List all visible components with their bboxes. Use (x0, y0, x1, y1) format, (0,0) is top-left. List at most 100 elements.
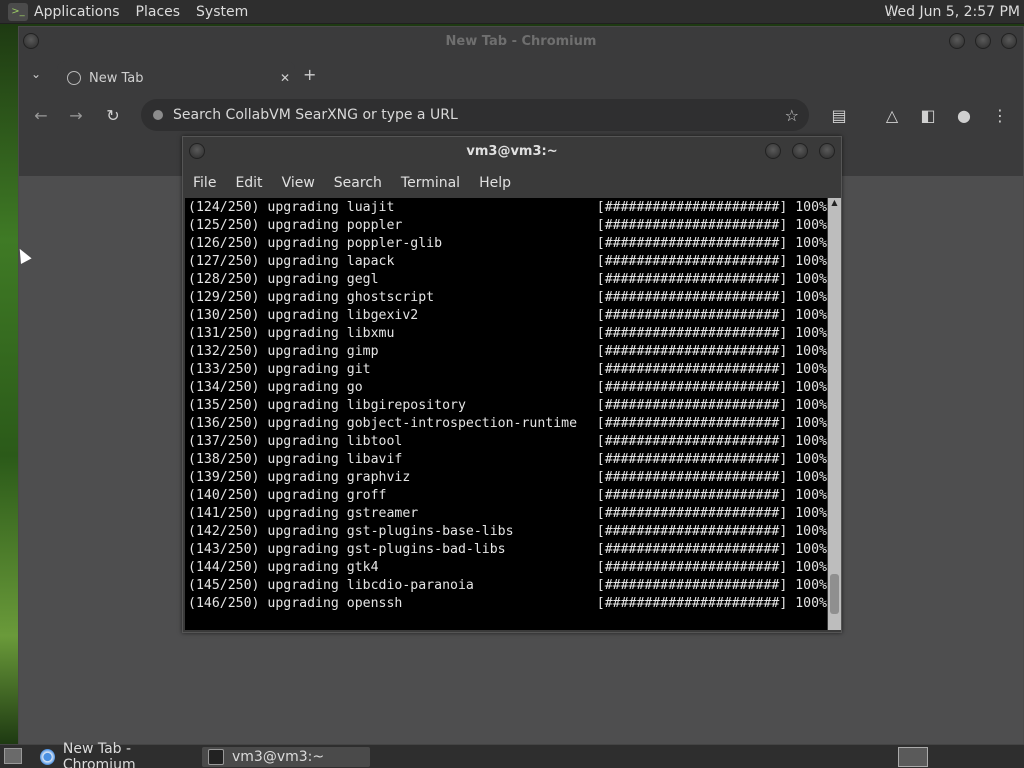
tab-close-icon[interactable]: ✕ (275, 71, 295, 85)
terminal-minimize-icon[interactable] (765, 143, 781, 159)
chromium-icon (40, 749, 55, 765)
labs-flask-icon[interactable]: △ (882, 106, 902, 125)
terminal-line-progress: [######################] 100% (596, 596, 827, 611)
terminal-line: (145/250) upgrading libcdio-paranoia [###… (188, 577, 827, 595)
terminal-line: (143/250) upgrading gst-plugins-bad-libs… (188, 541, 827, 559)
terminal-line: (144/250) upgrading gtk4 [###############… (188, 559, 827, 577)
menu-view[interactable]: View (282, 175, 315, 191)
window-title: New Tab - Chromium (445, 34, 597, 49)
terminal-line: (142/250) upgrading gst-plugins-base-lib… (188, 523, 827, 541)
terminal-line: (136/250) upgrading gobject-introspectio… (188, 415, 827, 433)
terminal-titlebar[interactable]: vm3@vm3:~ (183, 137, 841, 169)
terminal-line-text: (128/250) upgrading gegl (188, 272, 379, 287)
terminal-line: (146/250) upgrading openssh [############… (188, 595, 827, 613)
terminal-line-progress: [######################] 100% (596, 272, 827, 287)
terminal-window-menu-icon[interactable] (189, 143, 205, 159)
menu-search[interactable]: Search (334, 175, 382, 191)
terminal-line: (138/250) upgrading libavif [############… (188, 451, 827, 469)
terminal-maximize-icon[interactable] (792, 143, 808, 159)
terminal-line-text: (125/250) upgrading poppler (188, 218, 403, 233)
show-desktop-icon[interactable] (4, 748, 22, 764)
terminal-line-text: (146/250) upgrading openssh (188, 596, 403, 611)
system-menu[interactable]: System (196, 4, 248, 20)
menu-file[interactable]: File (193, 175, 216, 191)
top-panel: >_ Applications Places System Wed Jun 5,… (0, 0, 1024, 24)
terminal-line-text: (131/250) upgrading libxmu (188, 326, 395, 341)
terminal-line-text: (132/250) upgrading gimp (188, 344, 379, 359)
terminal-line-text: (141/250) upgrading gstreamer (188, 506, 419, 521)
tab-new-tab[interactable]: New Tab ✕ (57, 61, 295, 95)
terminal-line: (124/250) upgrading luajit [#############… (188, 199, 827, 217)
terminal-scrollbar[interactable]: ▲ (828, 198, 841, 630)
site-info-icon[interactable] (153, 110, 163, 120)
scrollbar-thumb[interactable] (830, 574, 839, 614)
address-bar[interactable]: Search CollabVM SearXNG or type a URL ☆ (141, 99, 809, 131)
terminal-line-progress: [######################] 100% (596, 290, 827, 305)
terminal-line-text: (138/250) upgrading libavif (188, 452, 403, 467)
terminal-output[interactable]: (124/250) upgrading luajit [#############… (185, 198, 827, 630)
menu-edit[interactable]: Edit (235, 175, 262, 191)
toolbar: ← → ↻ Search CollabVM SearXNG or type a … (19, 95, 1023, 137)
more-menu-icon[interactable]: ⋮ (990, 106, 1010, 125)
globe-icon (67, 71, 81, 85)
places-menu[interactable]: Places (136, 4, 181, 20)
terminal-close-icon[interactable] (819, 143, 835, 159)
terminal-line-progress: [######################] 100% (596, 416, 827, 431)
terminal-line-progress: [######################] 100% (596, 254, 827, 269)
side-panel-icon[interactable]: ◧ (918, 106, 938, 125)
terminal-line-progress: [######################] 100% (596, 398, 827, 413)
terminal-line-progress: [######################] 100% (596, 344, 827, 359)
tab-search-icon[interactable]: ⌄ (31, 67, 41, 81)
reload-icon[interactable]: ↻ (103, 106, 123, 125)
minimize-icon[interactable] (949, 33, 965, 49)
extensions-icon[interactable]: ▤ (829, 106, 849, 125)
terminal-icon (208, 749, 224, 765)
terminal-line: (130/250) upgrading libgexiv2 [##########… (188, 307, 827, 325)
menu-help[interactable]: Help (479, 175, 511, 191)
terminal-line: (133/250) upgrading git [################… (188, 361, 827, 379)
forward-icon[interactable]: → (66, 106, 86, 125)
back-icon[interactable]: ← (31, 106, 51, 125)
terminal-line-text: (137/250) upgrading libtool (188, 434, 403, 449)
bookmark-star-icon[interactable]: ☆ (785, 106, 799, 125)
terminal-line: (139/250) upgrading graphviz [###########… (188, 469, 827, 487)
terminal-line-text: (126/250) upgrading poppler-glib (188, 236, 443, 251)
scroll-up-icon[interactable]: ▲ (828, 198, 841, 210)
terminal-line-text: (143/250) upgrading gst-plugins-bad-libs (188, 542, 506, 557)
terminal-line: (140/250) upgrading groff [##############… (188, 487, 827, 505)
maximize-icon[interactable] (975, 33, 991, 49)
close-icon[interactable] (1001, 33, 1017, 49)
workspace-switcher[interactable] (898, 747, 928, 767)
terminal-line-text: (129/250) upgrading ghostscript (188, 290, 435, 305)
terminal-line-progress: [######################] 100% (596, 524, 827, 539)
terminal-window: vm3@vm3:~ File Edit View Search Terminal… (182, 136, 842, 633)
terminal-line: (125/250) upgrading poppler [############… (188, 217, 827, 235)
terminal-line: (132/250) upgrading gimp [###############… (188, 343, 827, 361)
terminal-line-text: (135/250) upgrading libgirepository (188, 398, 466, 413)
clock[interactable]: Wed Jun 5, 2:57 PM (884, 4, 1020, 20)
terminal-launcher-icon[interactable]: >_ (8, 2, 28, 21)
taskbar-chromium[interactable]: New Tab - Chromium (34, 741, 198, 768)
terminal-line-progress: [######################] 100% (596, 236, 827, 251)
chromium-titlebar[interactable]: New Tab - Chromium (19, 27, 1023, 57)
applications-menu[interactable]: Applications (34, 4, 120, 20)
terminal-menubar: File Edit View Search Terminal Help (183, 169, 841, 197)
terminal-line-progress: [######################] 100% (596, 308, 827, 323)
terminal-line-text: (124/250) upgrading luajit (188, 200, 395, 215)
terminal-line-text: (127/250) upgrading lapack (188, 254, 395, 269)
bottom-taskbar: New Tab - Chromium vm3@vm3:~ (0, 741, 1024, 768)
terminal-line-text: (133/250) upgrading git (188, 362, 371, 377)
taskbar-terminal-label: vm3@vm3:~ (232, 749, 325, 765)
menu-terminal[interactable]: Terminal (401, 175, 460, 191)
taskbar-terminal[interactable]: vm3@vm3:~ (202, 747, 370, 767)
window-menu-icon[interactable] (23, 33, 39, 49)
terminal-line: (131/250) upgrading libxmu [#############… (188, 325, 827, 343)
tab-label: New Tab (89, 70, 144, 86)
new-tab-button[interactable]: + (303, 65, 316, 84)
profile-icon[interactable]: ● (954, 106, 974, 125)
terminal-line-progress: [######################] 100% (596, 506, 827, 521)
terminal-line-progress: [######################] 100% (596, 470, 827, 485)
terminal-line-text: (130/250) upgrading libgexiv2 (188, 308, 419, 323)
taskbar-chromium-label: New Tab - Chromium (62, 741, 136, 768)
terminal-line: (137/250) upgrading libtool [############… (188, 433, 827, 451)
